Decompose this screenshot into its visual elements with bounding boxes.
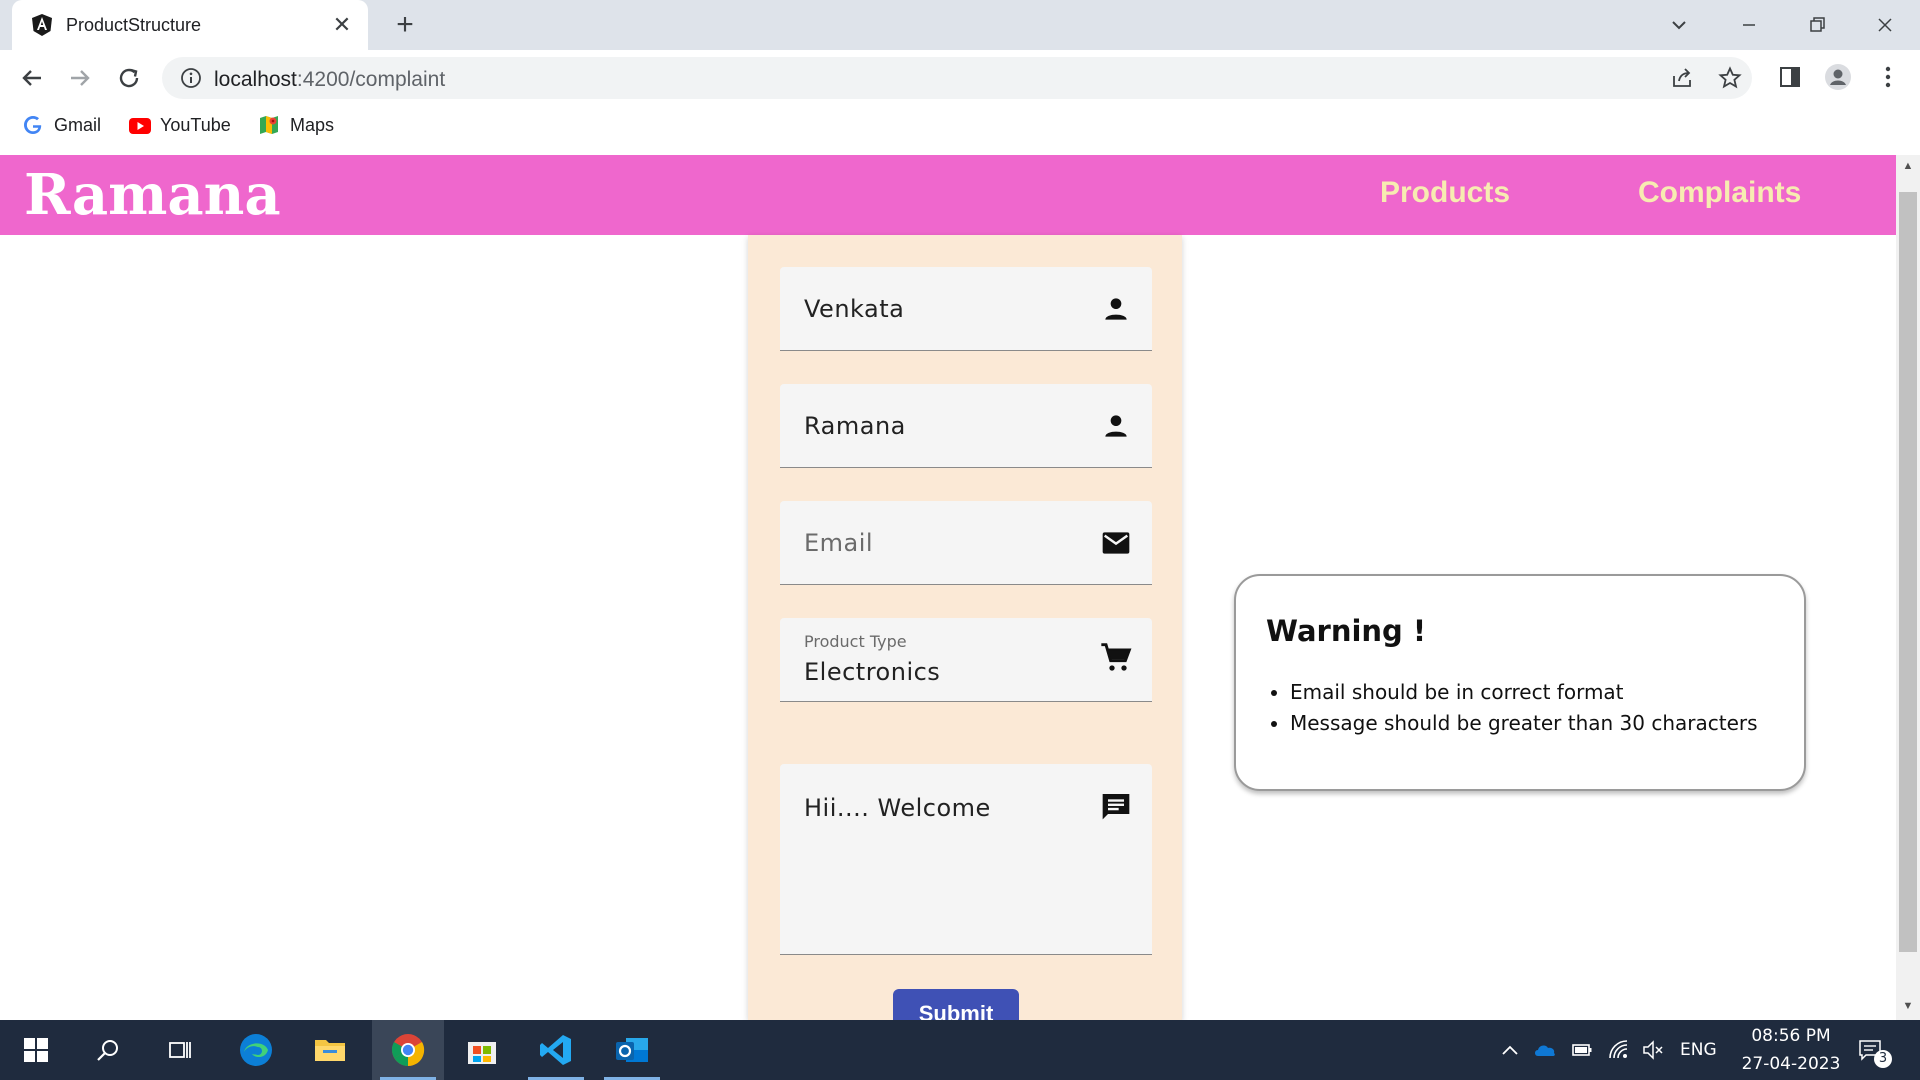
url-path: :4200/complaint [296,68,446,91]
close-window-icon[interactable] [1870,10,1900,40]
address-bar[interactable]: localhost:4200/complaint [162,57,1752,99]
wifi-icon[interactable] [1607,1038,1631,1062]
bookmark-label: Maps [290,114,335,135]
bookmark-gmail[interactable]: Gmail [22,113,101,137]
warning-item: Message should be greater than 30 charac… [1290,711,1758,735]
notification-count-badge: 3 [1874,1050,1892,1068]
onedrive-cloud-icon[interactable] [1533,1038,1557,1062]
url-host: localhost [214,68,297,91]
person-icon [1100,410,1132,442]
youtube-icon [128,114,151,136]
nav-products-link[interactable]: Products [1380,155,1510,235]
forward-arrow-icon[interactable] [64,62,96,94]
bookmark-label: YouTube [160,114,231,135]
message-textarea[interactable]: Hii.... Welcome [780,764,1152,955]
person-icon [1100,293,1132,325]
task-view-icon[interactable] [144,1020,216,1080]
warning-item: Email should be in correct format [1290,680,1758,704]
tab-search-icon[interactable] [1664,10,1694,40]
bookmark-youtube[interactable]: YouTube [128,113,231,137]
restore-icon[interactable] [1802,10,1832,40]
nav-complaints-link[interactable]: Complaints [1638,155,1801,235]
close-icon[interactable]: ✕ [330,13,354,37]
warning-list: Email should be in correct format Messag… [1290,680,1758,742]
side-panel-icon[interactable] [1776,63,1804,91]
chrome-icon[interactable] [372,1020,444,1080]
language-indicator[interactable]: ENG [1680,1040,1717,1060]
windows-start-icon[interactable] [0,1020,72,1080]
battery-icon[interactable] [1570,1038,1594,1062]
vscode-icon[interactable] [520,1020,592,1080]
brand-logo[interactable]: Ramana [24,155,281,235]
mail-icon [1100,527,1132,559]
search-icon[interactable] [72,1020,144,1080]
site-info-icon[interactable] [180,67,202,89]
bookmark-maps[interactable]: Maps [258,113,334,137]
last-name-field[interactable]: Ramana [780,384,1152,468]
chat-message-icon [1100,790,1132,822]
email-placeholder: Email [804,529,874,557]
bookmark-label: Gmail [54,114,102,135]
new-tab-button[interactable]: + [390,10,420,41]
product-type-label: Product Type [804,632,907,651]
outlook-icon[interactable] [596,1020,668,1080]
message-value: Hii.... Welcome [804,794,991,822]
windows-taskbar [0,1020,1920,1080]
last-name-value: Ramana [804,412,906,440]
warning-dialog: Warning ! Email should be in correct for… [1234,574,1806,791]
angular-icon [30,13,54,37]
clock-time[interactable]: 08:56 PM [1743,1026,1839,1046]
google-g-icon [22,114,44,136]
complaint-form-card: Venkata Ramana Email Product Type Electr… [748,235,1182,1039]
tab-title: ProductStructure [66,15,202,35]
share-icon[interactable] [1670,66,1694,90]
reload-icon[interactable] [113,62,145,94]
product-type-select[interactable]: Product Type Electronics [780,618,1152,702]
app-header: Ramana Products Complaints [0,155,1896,235]
microsoft-store-icon[interactable] [446,1020,518,1080]
clock-date[interactable]: 27-04-2023 [1735,1054,1847,1074]
email-field[interactable]: Email [780,501,1152,585]
scroll-up-arrow-icon[interactable]: ▲ [1900,160,1916,176]
chevron-up-icon[interactable] [1498,1038,1522,1062]
speaker-muted-icon[interactable] [1641,1038,1665,1062]
bookmark-star-icon[interactable] [1718,66,1742,90]
edge-browser-icon[interactable] [220,1020,292,1080]
first-name-value: Venkata [804,295,905,323]
maps-icon [258,114,280,136]
browser-tab[interactable]: ProductStructure ✕ [12,0,368,50]
menu-kebab-icon[interactable] [1874,63,1902,91]
warning-title: Warning ! [1266,614,1427,648]
product-type-value: Electronics [804,658,941,686]
back-arrow-icon[interactable] [16,62,48,94]
file-explorer-icon[interactable] [294,1020,366,1080]
scroll-down-arrow-icon[interactable]: ▼ [1900,1000,1916,1016]
minimize-icon[interactable] [1734,10,1764,40]
url-text: localhost:4200/complaint [214,68,445,92]
profile-avatar-icon[interactable] [1824,63,1852,91]
scrollbar-thumb[interactable] [1899,192,1917,952]
shopping-cart-icon [1100,642,1132,674]
first-name-field[interactable]: Venkata [780,267,1152,351]
